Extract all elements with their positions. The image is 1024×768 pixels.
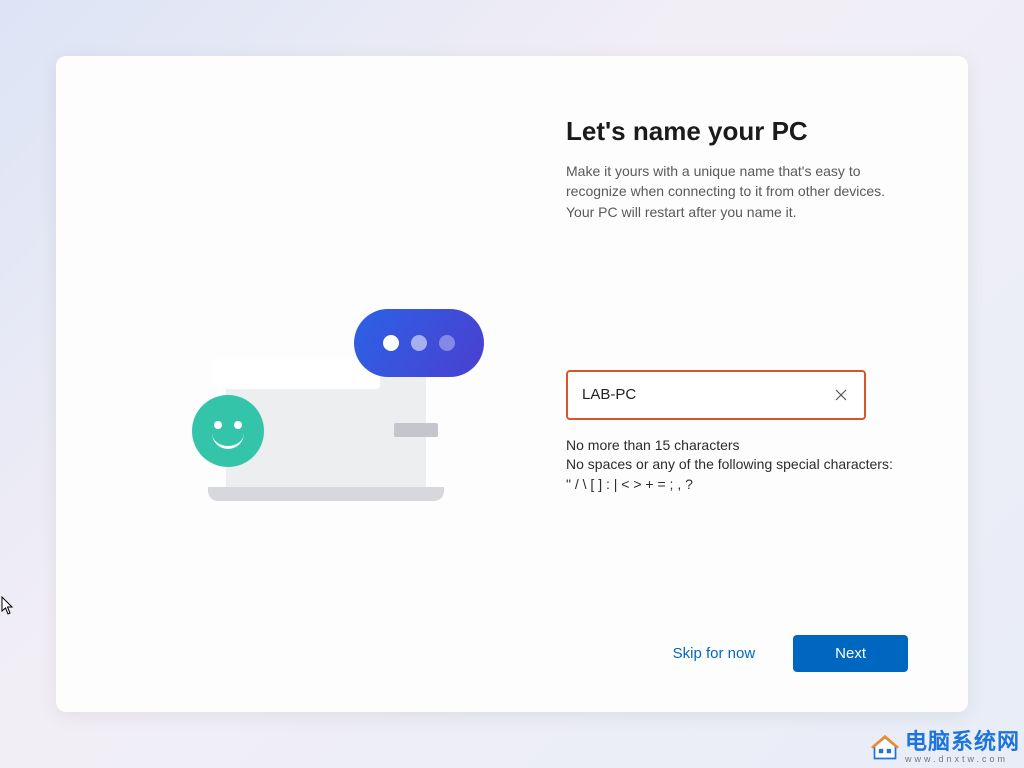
action-row: Skip for now Next — [566, 615, 908, 672]
laptop-screen-bar — [212, 359, 380, 389]
input-hints: No more than 15 characters No spaces or … — [566, 436, 908, 495]
content-column: Let's name your PC Make it yours with a … — [536, 116, 908, 672]
close-icon — [835, 389, 847, 401]
skip-for-now-link[interactable]: Skip for now — [659, 637, 770, 670]
page-description: Make it yours with a unique name that's … — [566, 161, 908, 222]
cursor-arrow-icon — [1, 596, 15, 616]
smiley-face-icon — [192, 395, 264, 467]
watermark-url: www.dnxtw.com — [905, 755, 1020, 764]
watermark: 电脑系统网 www.dnxtw.com — [871, 731, 1020, 764]
watermark-brand: 电脑系统网 — [905, 731, 1020, 753]
hint-line-3: " / \ [ ] : | < > + = ; , ? — [566, 475, 908, 495]
bubble-dot-3 — [439, 335, 455, 351]
clear-input-button[interactable] — [832, 386, 850, 404]
oobe-card: Let's name your PC Make it yours with a … — [56, 56, 968, 712]
chat-bubble-icon — [354, 309, 484, 377]
laptop-accent-bar — [394, 423, 438, 437]
bubble-dot-1 — [383, 335, 399, 351]
hint-line-2: No spaces or any of the following specia… — [566, 455, 908, 475]
next-button[interactable]: Next — [793, 635, 908, 672]
pc-naming-illustration — [196, 329, 456, 529]
bubble-dot-2 — [411, 335, 427, 351]
illustration-column — [116, 116, 536, 672]
page-title: Let's name your PC — [566, 116, 908, 147]
laptop-base — [208, 487, 444, 501]
pc-name-input-wrap[interactable] — [566, 370, 866, 420]
pc-name-input[interactable] — [582, 386, 832, 403]
hint-line-1: No more than 15 characters — [566, 436, 908, 456]
house-icon — [871, 734, 899, 762]
